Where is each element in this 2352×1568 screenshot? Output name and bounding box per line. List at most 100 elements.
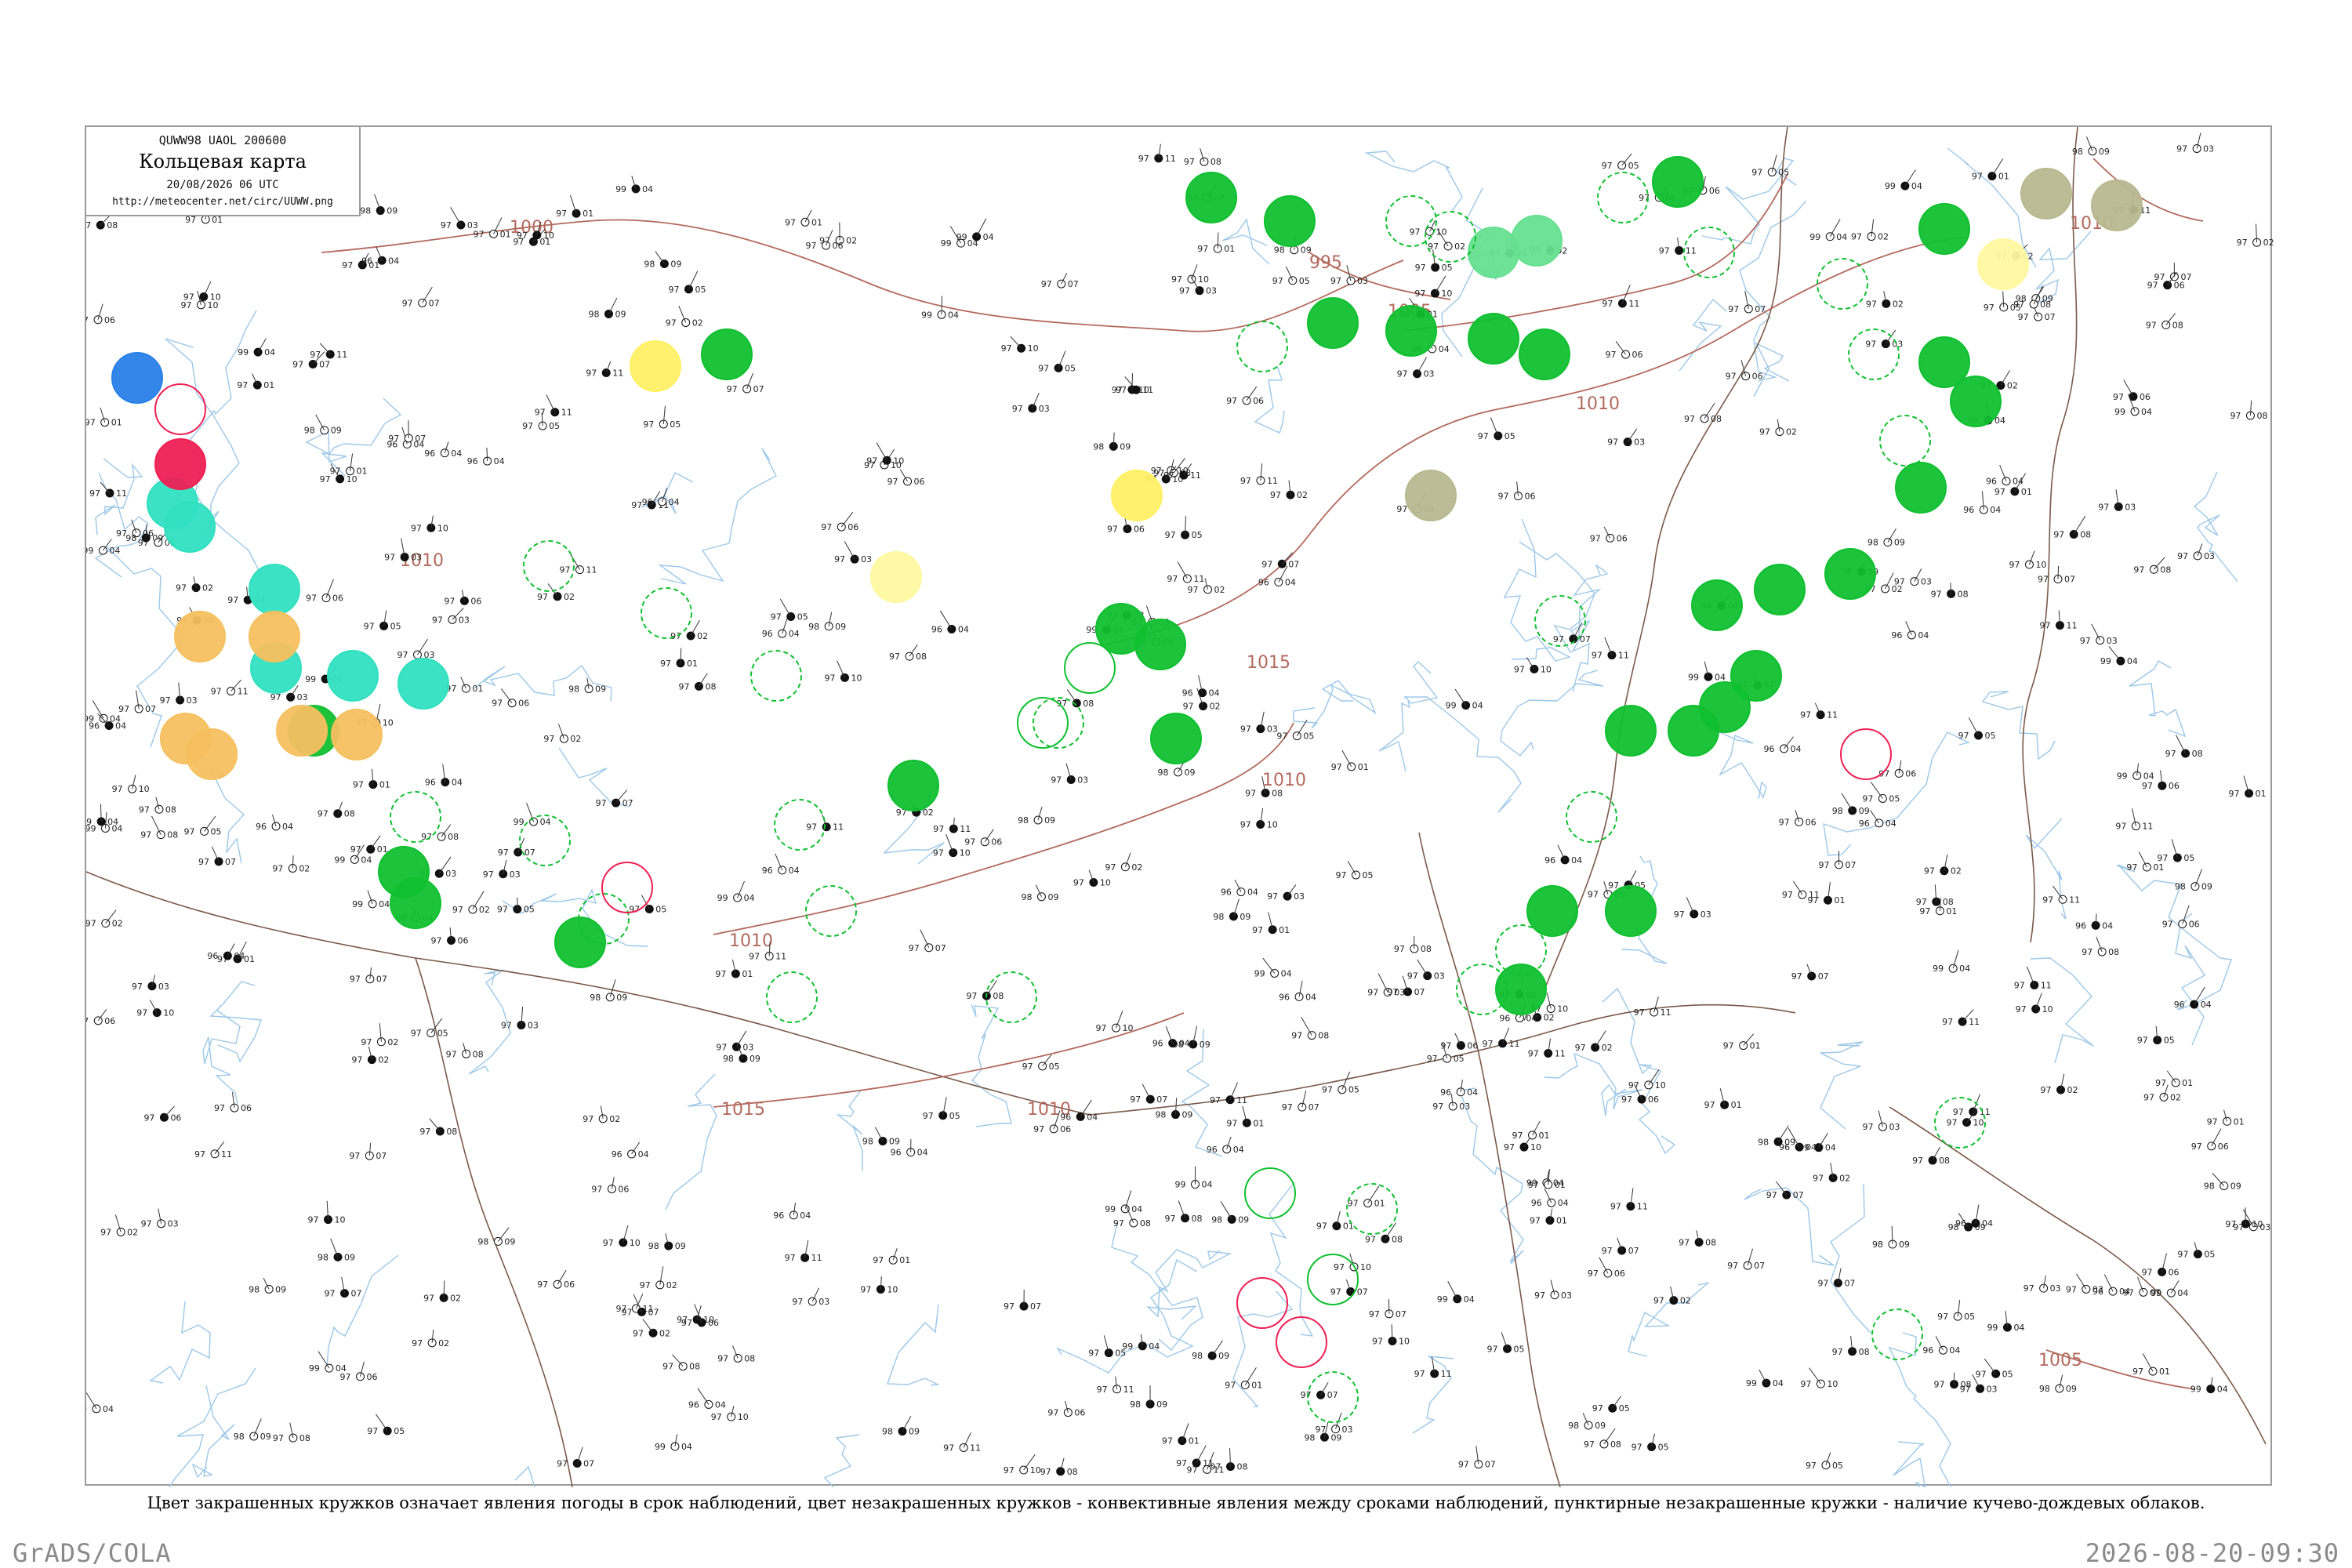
station-plot: 97 05 (497, 897, 535, 915)
station-temp: 97 (324, 1289, 335, 1299)
station-plot: 9710 (183, 281, 221, 302)
station-tendency: 05 (1964, 1312, 1975, 1322)
station-temp: 96 (2092, 1287, 2103, 1297)
station-tendency: 04 (638, 1149, 649, 1160)
station-temp: 97 (320, 474, 331, 485)
cb-cloud-circle (805, 885, 857, 937)
station-tendency: 04 (958, 625, 969, 635)
convective-circle (1017, 697, 1069, 749)
station-tendency: 08 (1958, 589, 1969, 599)
station-temp: 97 (141, 1219, 152, 1229)
station-tendency: 04 (1209, 688, 1220, 699)
station-temp: 97 (214, 1103, 225, 1113)
wind-barb (145, 524, 147, 539)
station-plot: 97 07 (118, 690, 156, 714)
station-tendency: 04 (1836, 232, 1847, 242)
station-plot: 9710 (1004, 1454, 1041, 1475)
station-temp: 97 (402, 298, 413, 308)
station-plot: 97 05 (364, 610, 401, 631)
station-temp: 96 (773, 1210, 784, 1221)
station-tendency: 10 (1441, 289, 1452, 299)
station-plot: 98 09 (1093, 432, 1131, 452)
station-plot: 9710 (1171, 264, 1209, 285)
station-temp: 97 (1095, 1023, 1106, 1033)
station-plot: 97 03 (141, 1208, 179, 1229)
station-temp: 96 (688, 1399, 699, 1410)
station-tendency: 10 (335, 1215, 346, 1225)
station-temp: 98 (590, 993, 601, 1003)
station-tendency: 01 (2182, 1078, 2193, 1088)
station-tendency: 08 (165, 804, 176, 815)
station-plot: 97 01 (1226, 1105, 1264, 1128)
cb-cloud-circle (766, 971, 818, 1023)
river-line (474, 664, 612, 702)
station-tendency: 06 (1806, 817, 1817, 827)
river-line (2129, 660, 2187, 738)
station-temp: 97 (727, 384, 738, 394)
wind-barb (1454, 688, 1467, 706)
station-temp: 97 (86, 919, 96, 929)
station-temp: 97 (432, 615, 443, 625)
station-plot: 99 04 (352, 890, 390, 909)
station-tendency: 08 (1067, 1467, 1078, 1477)
station-temp: 97 (622, 1307, 633, 1317)
station-tendency: 04 (103, 1404, 114, 1414)
station-plot: 98 09 (1867, 528, 1905, 548)
station-plot: 97 08 (446, 1043, 484, 1059)
river-line (887, 1304, 940, 1386)
station-tendency: 10 (543, 230, 554, 241)
station-plot: 97 11 (1800, 702, 1838, 720)
station-temp: 97 (1813, 1173, 1824, 1183)
station-plot: 97 08 (2053, 516, 2091, 540)
station-temp: 97 (1528, 1180, 1539, 1190)
station-temp: 97 (1960, 1384, 1971, 1394)
convective-circle (1236, 1277, 1288, 1329)
station-tendency: 04 (1571, 855, 1582, 866)
wind-barb (946, 833, 954, 853)
station-plot: 97 08 (717, 1345, 755, 1363)
station-plot: 97 06 (2162, 905, 2200, 930)
station-tendency: 02 (1951, 866, 1962, 877)
station-temp: 97 (2024, 1283, 2034, 1294)
station-temp: 97 (2142, 781, 2153, 791)
station-temp: 98 (1018, 815, 1029, 826)
station-temp: 98 (1274, 245, 1285, 256)
station-tendency: 04 (1949, 1345, 1960, 1356)
station-temp: 97 (1553, 634, 1564, 644)
station-tendency: 08 (689, 1362, 700, 1372)
station-plot: 97 07 (402, 286, 440, 308)
station-temp: 97 (771, 612, 782, 622)
station-temp: 97 (452, 905, 463, 915)
station-tendency: 11 (1203, 1458, 1214, 1468)
station-temp: 97 (1621, 1094, 1632, 1105)
station-temp: 97 (1779, 817, 1790, 827)
station-marker (426, 1029, 436, 1038)
station-tendency: 04 (388, 256, 399, 266)
station-temp: 99 (305, 674, 316, 684)
station-plot: 97 06 (444, 590, 481, 606)
station-temp: 97 (1012, 404, 1023, 414)
weather-circle-filled (1950, 376, 2002, 427)
station-plot: 97 11 (785, 1240, 822, 1263)
station-marker (249, 1432, 259, 1441)
station-temp: 97 (2207, 1116, 2218, 1127)
station-temp: 97 (560, 565, 571, 575)
station-tendency: 07 (1327, 1390, 1338, 1400)
station-temp: 99 (334, 855, 345, 865)
station-plot: 97 08 (273, 1422, 310, 1443)
station-tendency: 02 (659, 1328, 670, 1338)
station-tendency: 02 (1878, 232, 1889, 242)
station-temp: 97 (342, 260, 353, 270)
station-plot: 98 09 (477, 1227, 515, 1247)
station-plot: 9710 (1410, 220, 1447, 237)
station-plot: 97 01 (2155, 1070, 2193, 1088)
station-tendency: 08 (1392, 1234, 1403, 1244)
river-line (2193, 471, 2238, 583)
station-temp: 99 (1933, 964, 1944, 974)
station-temp: 97 (1176, 1458, 1187, 1468)
station-tendency: 02 (1893, 299, 1904, 309)
station-plot: 98 09 (1130, 1385, 1167, 1410)
station-plot: 98 09 (1213, 898, 1250, 922)
station-plot: 97 06 (1590, 526, 1628, 543)
station-tendency: 01 (899, 1255, 910, 1265)
